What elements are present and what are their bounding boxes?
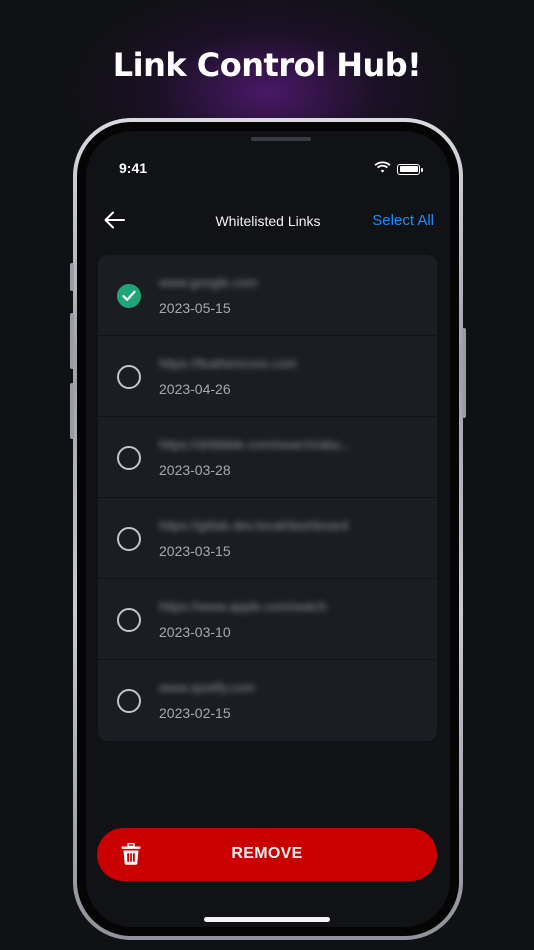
link-date: 2023-02-15 [159, 705, 231, 721]
app-screen: 9:41 Whitelisted Links Select All www.go… [86, 131, 450, 927]
unchecked-circle-icon[interactable] [117, 689, 141, 713]
link-url: https://gitlab.dev.local/dashboard [159, 518, 349, 533]
wifi-icon [374, 160, 391, 178]
checked-circle-icon[interactable] [117, 284, 141, 308]
remove-label: REMOVE [231, 845, 303, 862]
link-row[interactable]: https://www.apple.com/watch 2023-03-10 [98, 579, 437, 660]
promo-headline: Link Control Hub! [112, 46, 422, 84]
link-row[interactable]: https://gitlab.dev.local/dashboard 2023-0… [98, 498, 437, 579]
status-icons [374, 160, 423, 178]
select-all-button[interactable]: Select All [372, 212, 434, 229]
link-url: https://feathericons.com [159, 356, 298, 371]
home-indicator[interactable] [204, 917, 330, 922]
link-date: 2023-05-15 [159, 300, 231, 316]
status-time: 9:41 [119, 160, 148, 176]
unchecked-circle-icon[interactable] [117, 446, 141, 470]
link-url: https://dribbble.com/search/abu... [159, 437, 352, 452]
link-date: 2023-03-10 [159, 624, 231, 640]
volume-down-button [70, 383, 74, 439]
link-row[interactable]: https://dribbble.com/search/abu... 2023-0… [98, 417, 437, 498]
link-row[interactable]: www.spotify.com 2023-02-15 [98, 660, 437, 741]
remove-button[interactable]: REMOVE [97, 828, 437, 881]
unchecked-circle-icon[interactable] [117, 527, 141, 551]
promo-stage: Link Control Hub! 9:41 Whitelisted Links… [0, 0, 534, 950]
unchecked-circle-icon[interactable] [117, 608, 141, 632]
phone-frame: 9:41 Whitelisted Links Select All www.go… [70, 118, 466, 940]
battery-icon [397, 163, 423, 175]
link-url: www.spotify.com [159, 680, 255, 695]
link-row[interactable]: https://feathericons.com 2023-04-26 [98, 336, 437, 417]
phone-bezel: 9:41 Whitelisted Links Select All www.go… [77, 122, 459, 936]
link-date: 2023-03-28 [159, 462, 231, 478]
link-url: https://www.apple.com/watch [159, 599, 327, 614]
power-button [462, 328, 466, 418]
unchecked-circle-icon[interactable] [117, 365, 141, 389]
link-date: 2023-03-15 [159, 543, 231, 559]
speaker-grille [251, 137, 311, 141]
volume-up-button [70, 313, 74, 369]
link-row[interactable]: www.google.com 2023-05-15 [98, 255, 437, 336]
link-url: www.google.com [159, 275, 258, 290]
whitelist-list: www.google.com 2023-05-15 https://featheri… [98, 255, 437, 741]
link-date: 2023-04-26 [159, 381, 231, 397]
mute-switch [70, 263, 74, 291]
